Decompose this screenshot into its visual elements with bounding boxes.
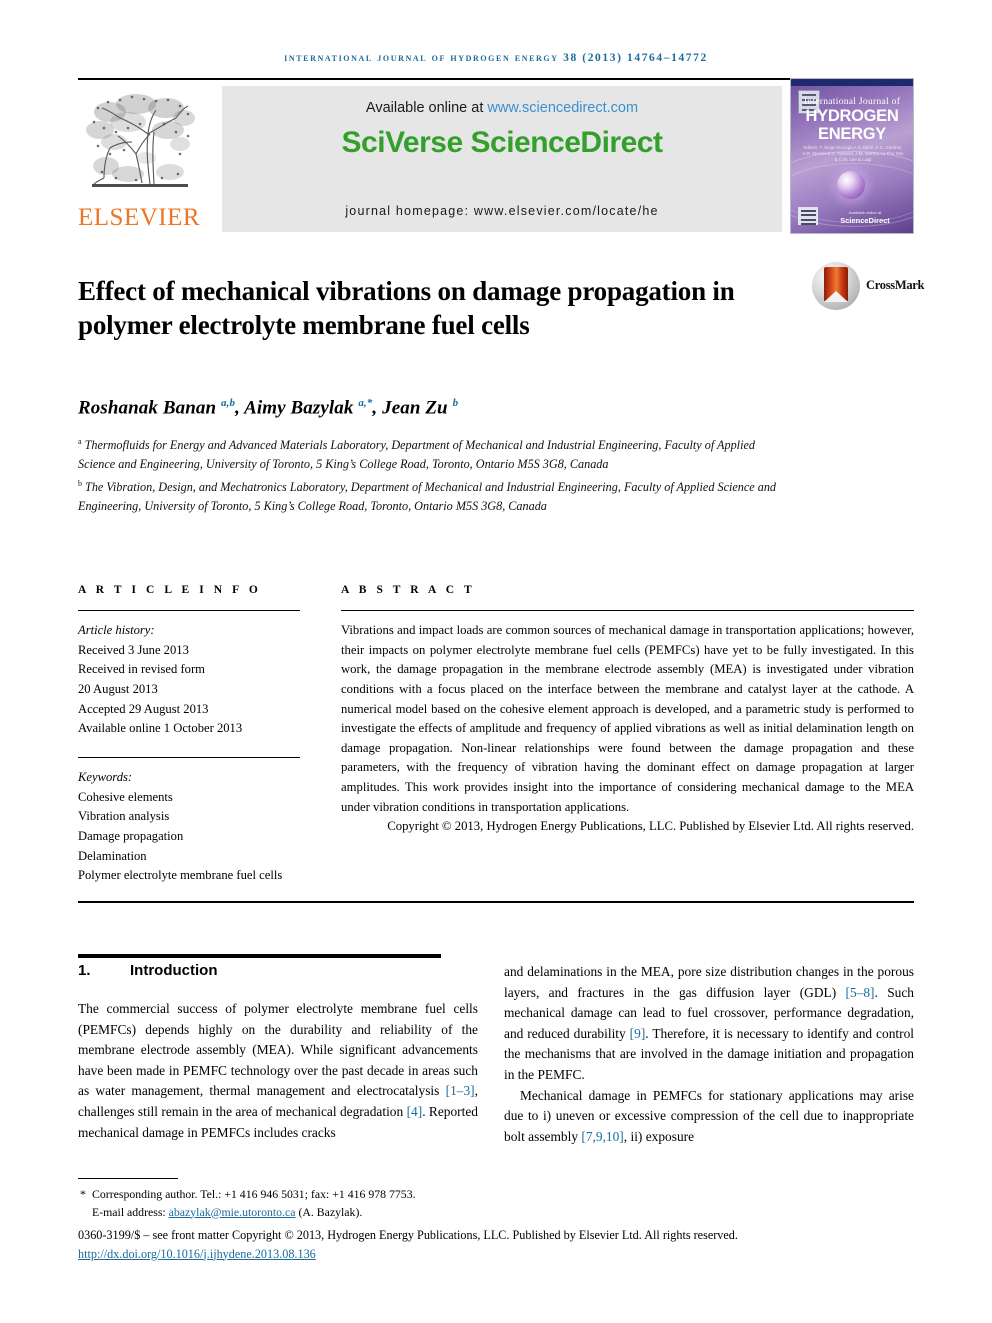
corresponding-author-marker: * [80,1187,86,1201]
article-info-heading: A R T I C L E I N F O [78,584,262,596]
crossmark-circle-icon [812,262,860,310]
crossmark-badge[interactable]: CrossMark [812,262,924,314]
section-title: Introduction [130,962,218,979]
running-head: International Journal of Hydrogen Energy… [284,52,708,64]
keywords-label: Keywords: [78,770,133,785]
journal-homepage-line[interactable]: journal homepage: www.elsevier.com/locat… [222,204,782,218]
corresponding-author-line: Corresponding author. Tel.: +1 416 946 5… [92,1187,416,1201]
abstract-copyright: Copyright © 2013, Hydrogen Energy Public… [387,819,914,834]
email-link[interactable]: abazylak@mie.utoronto.ca [169,1205,296,1219]
history-item-3: Accepted 29 August 2013 [78,701,209,716]
sciverse-sciencedirect-wordmark: SciVerse ScienceDirect [341,126,663,159]
author-list: Roshanak Banan a,b, Aimy Bazylak a,*, Je… [78,397,459,419]
article-info-rule [78,610,300,612]
article-info-column: A R T I C L E I N F O Article history: R… [78,584,300,886]
cover-sphere-graphic [837,171,865,199]
body-left-column: 1. Introduction The commercial success of… [78,962,478,1143]
body-right-column: and delaminations in the MEA, pore size … [504,962,914,1147]
history-item-4: Available online 1 October 2013 [78,721,243,736]
sciencedirect-link[interactable]: www.sciencedirect.com [487,100,638,116]
keyword-2: Damage propagation [78,828,184,843]
article-history-label: Article history: [78,623,155,638]
masthead: ELSEVIER Available online at www.science… [78,78,914,236]
footnote-rule [78,1178,178,1180]
paragraph: Mechanical damage in PEMFCs for stationa… [504,1087,914,1144]
elsevier-wordmark: ELSEVIER [78,204,201,231]
journal-cover-thumbnail: International Journal of HYDROGEN ENERGY… [790,78,914,234]
article-history: Article history: Received 3 June 2013 Re… [78,621,300,739]
article-first-page: International Journal of Hydrogen Energy… [0,0,992,1323]
abstract-bottom-rule [78,901,914,904]
cover-footer-brand: ScienceDirect [840,216,890,225]
keyword-1: Vibration analysis [78,809,170,824]
crossmark-label: CrossMark [866,278,925,292]
email-suffix: (A. Bazylak). [295,1204,363,1219]
email-label: E-mail address: [92,1204,169,1219]
elsevier-tree-icon [86,94,195,187]
keywords-list: Keywords: Cohesive elements Vibration an… [78,768,300,886]
crossmark-book-icon [824,267,848,302]
abstract-rule [341,610,914,612]
footnote-block: * Corresponding author. Tel.: +1 416 946… [78,1186,498,1221]
cover-title-line-2: HYDROGEN [805,107,899,125]
abstract-body: Vibrations and impact loads are common s… [341,623,914,814]
abstract-column: A B S T R A C T Vibrations and impact lo… [341,584,914,837]
keywords-rule [78,756,300,759]
header-rule [78,78,818,80]
available-online-line: Available online at www.sciencedirect.co… [222,100,782,116]
paragraph: and delaminations in the MEA, pore size … [504,964,914,1082]
keyword-3: Delamination [78,848,147,863]
cover-editor-names: Editors: T. Nejat Veziroglu • S. Bahri, … [802,145,904,162]
affiliation-b: b The Vibration, Design, and Mechatronic… [78,479,777,514]
keyword-0: Cohesive elements [78,789,173,804]
imprint-block: 0360-3199/$ – see front matter Copyright… [78,1226,918,1263]
elsevier-logo: ELSEVIER [78,86,200,236]
section-rule [78,954,441,958]
email-line: E-mail address: abazylak@mie.utoronto.ca… [78,1204,498,1222]
cover-title-line-3: ENERGY [818,125,886,143]
section-number: 1. [78,962,91,979]
paragraph: The commercial success of polymer electr… [78,1001,478,1140]
doi-link[interactable]: http://dx.doi.org/10.1016/j.ijhydene.201… [78,1247,316,1261]
history-item-2: 20 August 2013 [78,682,158,697]
affiliations: a Thermofluids for Energy and Advanced M… [78,432,778,516]
cover-top-bar [791,79,913,86]
keyword-4: Polymer electrolyte membrane fuel cells [78,868,283,883]
cover-title-line-1: International Journal of [803,97,901,107]
section-heading-introduction: 1. Introduction [78,962,478,979]
abstract-heading: A B S T R A C T [341,584,476,596]
sciencedirect-banner: Available online at www.sciencedirect.co… [222,86,782,232]
affiliation-a: a Thermofluids for Energy and Advanced M… [78,437,755,472]
history-item-1: Received in revised form [78,662,205,677]
available-online-text: Available online at [365,100,488,116]
cover-footer-mark [798,207,818,225]
imprint-line: 0360-3199/$ – see front matter Copyright… [78,1228,738,1242]
cover-footer-note: Available online at [848,210,882,215]
page-title: Effect of mechanical vibrations on damag… [78,276,735,341]
history-item-0: Received 3 June 2013 [78,642,189,657]
